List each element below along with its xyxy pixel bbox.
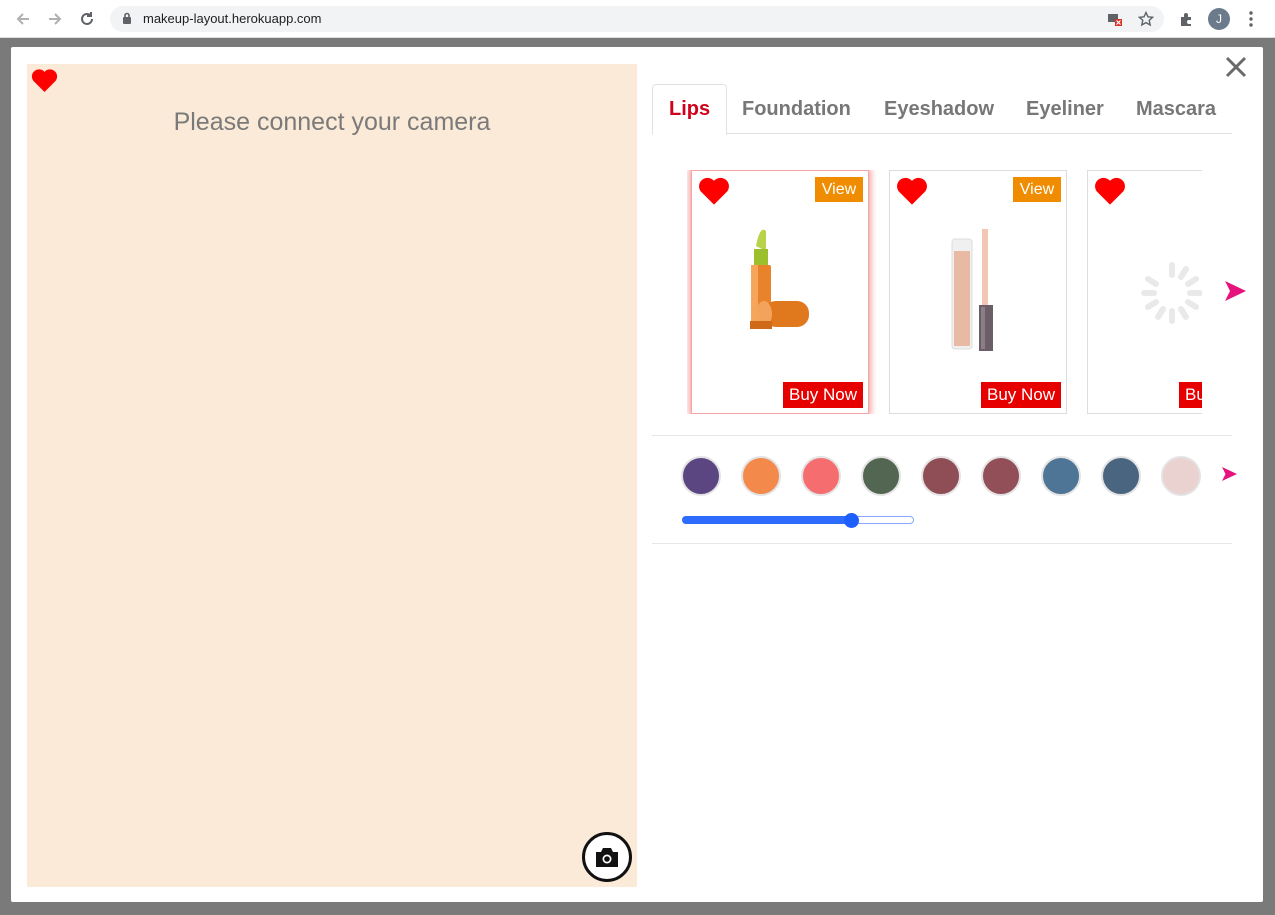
camera-blocked-icon[interactable] [1107, 11, 1123, 32]
product-card[interactable]: View Buy Now [691, 170, 869, 414]
buy-now-button[interactable]: Buy Now [783, 382, 863, 408]
tab-eyeliner[interactable]: Eyeliner [1010, 84, 1120, 134]
color-swatch[interactable] [1161, 456, 1201, 496]
profile-avatar[interactable]: J [1208, 8, 1230, 30]
star-icon[interactable] [1137, 10, 1155, 32]
camera-preview: Please connect your camera [27, 64, 637, 887]
slider-fill [682, 516, 851, 524]
color-swatch[interactable] [981, 456, 1021, 496]
url-text: makeup-layout.herokuapp.com [143, 11, 322, 26]
heart-icon[interactable] [1094, 176, 1126, 211]
heart-icon[interactable] [31, 68, 58, 98]
next-products-arrow-icon[interactable] [1222, 278, 1248, 309]
color-swatch[interactable] [1101, 456, 1141, 496]
tab-mascara[interactable]: Mascara [1120, 84, 1232, 134]
menu-icon[interactable] [1240, 8, 1262, 30]
color-swatch[interactable] [1041, 456, 1081, 496]
color-swatch[interactable] [681, 456, 721, 496]
close-icon[interactable] [1222, 53, 1250, 81]
camera-capture-button[interactable] [582, 832, 632, 882]
divider [652, 435, 1232, 436]
lock-icon [122, 12, 132, 30]
buy-now-button[interactable]: Buy Now [981, 382, 1061, 408]
tab-foundation[interactable]: Foundation [726, 84, 867, 134]
profile-initial: J [1216, 12, 1222, 26]
view-button[interactable]: View [815, 177, 863, 202]
product-card[interactable]: Buy Now [1087, 170, 1202, 414]
product-carousel: View Buy Now View Buy Now Bu [652, 150, 1252, 430]
camera-message: Please connect your camera [173, 108, 491, 136]
buy-now-button[interactable]: Buy Now [1179, 382, 1202, 408]
product-list: View Buy Now View Buy Now Bu [687, 170, 1202, 414]
next-swatches-arrow-icon[interactable] [1220, 465, 1238, 488]
product-card[interactable]: View Buy Now [889, 170, 1067, 414]
forward-icon[interactable] [44, 8, 66, 30]
tab-eyeshadow[interactable]: Eyeshadow [868, 84, 1010, 134]
intensity-slider[interactable] [682, 513, 914, 528]
lip-gloss-image [951, 229, 993, 351]
color-swatch[interactable] [741, 456, 781, 496]
browser-toolbar: makeup-layout.herokuapp.com J [0, 0, 1275, 38]
lipstick-image [750, 229, 809, 329]
color-swatch[interactable] [861, 456, 901, 496]
category-tabs: Lips Foundation Eyeshadow Eyeliner Masca… [652, 84, 1232, 135]
view-button[interactable]: View [1013, 177, 1061, 202]
heart-icon[interactable] [698, 176, 730, 211]
loading-spinner-icon [1141, 262, 1202, 324]
back-icon[interactable] [12, 8, 34, 30]
reload-icon[interactable] [76, 8, 98, 30]
divider [652, 543, 1232, 544]
extensions-icon[interactable] [1176, 8, 1198, 30]
color-swatch[interactable] [921, 456, 961, 496]
tab-lips[interactable]: Lips [652, 84, 728, 135]
camera-icon [596, 848, 618, 867]
heart-icon[interactable] [896, 176, 928, 211]
color-swatch[interactable] [801, 456, 841, 496]
slider-thumb[interactable] [844, 513, 859, 528]
address-bar[interactable]: makeup-layout.herokuapp.com [110, 6, 1164, 32]
